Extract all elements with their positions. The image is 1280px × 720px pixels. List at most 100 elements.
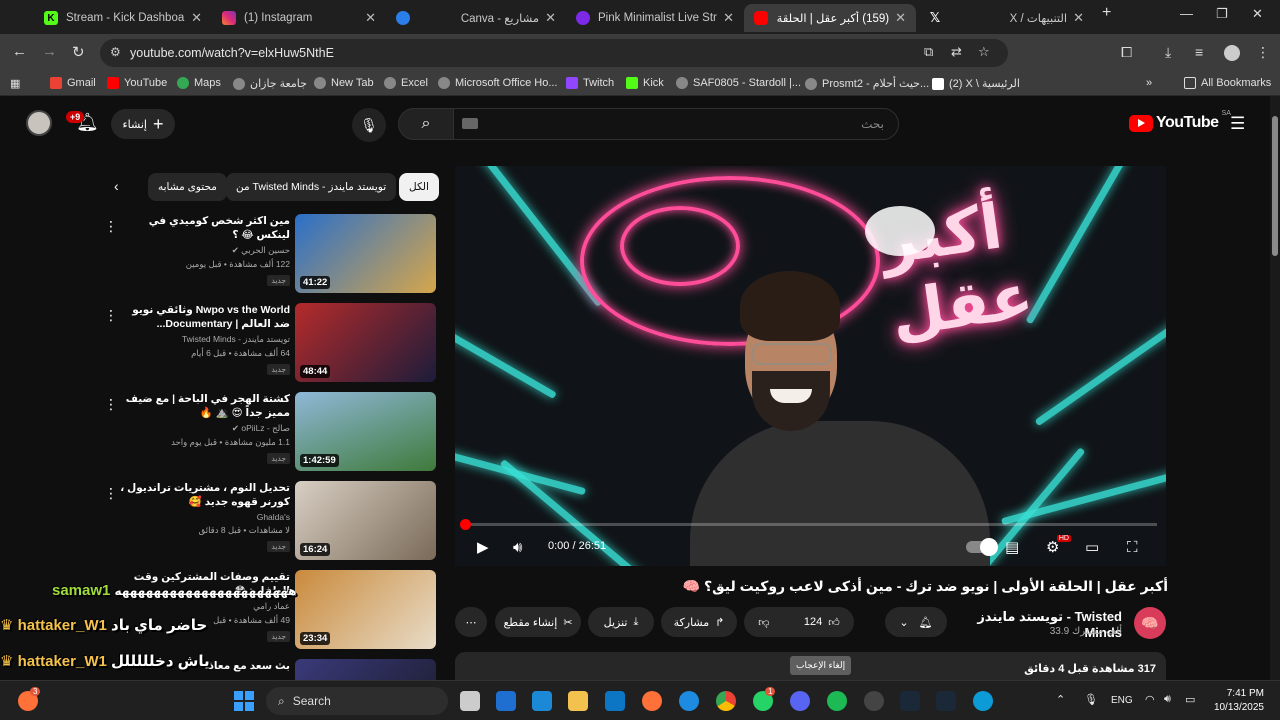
taskbar-search[interactable]: ⌕ Search bbox=[266, 687, 448, 715]
video-title[interactable]: مين اكثر شخص كوميدي في لينكس 😂 ؟ bbox=[120, 214, 290, 242]
bookmark-newtab[interactable]: New Tab bbox=[314, 77, 374, 89]
profile-avatar[interactable] bbox=[1224, 45, 1240, 61]
tab-canva[interactable]: Canva - مشاريع ✕ bbox=[426, 4, 566, 32]
guide-menu-icon[interactable]: ☰ bbox=[1230, 114, 1245, 134]
tab-canva-livestream[interactable]: Pink Minimalist Live Stream ✕ bbox=[566, 4, 744, 32]
theater-mode-icon[interactable]: ▭ bbox=[1085, 538, 1099, 556]
fullscreen-icon[interactable]: ⛶ bbox=[1127, 539, 1138, 556]
spotify-icon[interactable] bbox=[827, 691, 847, 711]
volume-icon[interactable]: 🔊︎ bbox=[513, 539, 522, 556]
subtitles-icon[interactable]: ▤ bbox=[1005, 538, 1019, 556]
more-vertical-icon[interactable]: ⋮ bbox=[104, 485, 118, 502]
close-tab-icon[interactable]: ✕ bbox=[365, 10, 376, 26]
channel-avatar[interactable]: 🧠 bbox=[1134, 607, 1166, 639]
video-thumbnail[interactable] bbox=[295, 659, 436, 680]
bookmark-x-home[interactable]: (2) X \ الرئيسية bbox=[932, 77, 1020, 90]
bookmark-stardoll[interactable]: SAF0805 - Stardoll |... bbox=[676, 77, 801, 89]
extensions-icon[interactable]: ⧠ bbox=[1121, 44, 1132, 61]
account-avatar[interactable] bbox=[26, 110, 52, 136]
task-view-icon[interactable] bbox=[460, 691, 480, 711]
video-thumbnail[interactable]: 16:24 bbox=[295, 481, 436, 560]
app-icon[interactable] bbox=[605, 691, 625, 711]
tray-overflow-icon[interactable]: ⌃ bbox=[1056, 693, 1065, 706]
app-icon[interactable] bbox=[864, 691, 884, 711]
reload-icon[interactable]: ↻ bbox=[72, 43, 85, 61]
video-title[interactable]: تحديل النوم ، مشتريات ترانديول ، كورنر ق… bbox=[120, 481, 290, 509]
wifi-icon[interactable]: ◠ bbox=[1145, 693, 1155, 706]
bookmark-office[interactable]: Microsoft Office Ho... bbox=[438, 77, 558, 89]
download-button[interactable]: تنزيل ⤓ bbox=[588, 607, 654, 637]
video-title[interactable]: كشتة الهجر في الباحة | مع ضيف مميز جداً … bbox=[120, 392, 290, 420]
list-item[interactable]: 1:42:59 كشتة الهجر في الباحة | مع ضيف مم… bbox=[104, 392, 436, 478]
bookmark-twitch[interactable]: Twitch bbox=[566, 77, 614, 89]
create-button[interactable]: إنشاء + bbox=[111, 109, 175, 139]
edge-icon[interactable] bbox=[973, 691, 993, 711]
chip-all[interactable]: الكل bbox=[399, 173, 439, 201]
firefox-icon[interactable] bbox=[642, 691, 662, 711]
bookmark-maps[interactable]: Maps bbox=[177, 77, 221, 89]
file-explorer-icon[interactable] bbox=[568, 691, 588, 711]
tab-kick-dashboard[interactable]: K Stream - Kick Dashboard ✕ bbox=[34, 4, 212, 32]
channel-name[interactable]: حسين الحربي ✔ bbox=[120, 245, 290, 256]
chip-from-channel[interactable]: من Twisted Minds - تويستد مايندز bbox=[226, 173, 397, 201]
search-button[interactable]: ⌕ bbox=[398, 108, 454, 140]
tab-pinned[interactable] bbox=[386, 4, 426, 32]
video-thumbnail[interactable]: 48:44 bbox=[295, 303, 436, 382]
keyboard-icon[interactable] bbox=[462, 118, 478, 129]
voice-search-mic-icon[interactable]: 🎙︎ bbox=[352, 108, 386, 142]
video-thumbnail[interactable]: 1:42:59 bbox=[295, 392, 436, 471]
more-vertical-icon[interactable]: ⋮ bbox=[104, 307, 118, 324]
tab-x[interactable]: 𝕏 bbox=[918, 4, 958, 32]
steam-icon[interactable] bbox=[900, 691, 920, 711]
language-indicator[interactable]: ENG bbox=[1111, 695, 1133, 706]
autoplay-toggle[interactable] bbox=[966, 538, 998, 556]
more-actions-button[interactable]: ⋯ bbox=[455, 607, 487, 637]
video-thumbnail[interactable]: 23:34 bbox=[295, 570, 436, 649]
video-player[interactable]: أكبر عقل ▶ 🔊︎ 0:00 / 26:51 ▤ ⚙ HD ▭ ⛶ bbox=[455, 166, 1166, 566]
reading-list-icon[interactable]: ≡ bbox=[1195, 44, 1203, 60]
omnibox[interactable]: ⚙ youtube.com/watch?v=elxHuw5NthE ⧉ ⇄ ☆ bbox=[100, 39, 1008, 67]
bookmark-gmail[interactable]: Gmail bbox=[50, 77, 96, 89]
close-tab-icon[interactable]: ✕ bbox=[1073, 10, 1084, 26]
maximize-icon[interactable]: ❐ bbox=[1216, 6, 1228, 22]
search-input[interactable]: بحث bbox=[453, 108, 899, 140]
clock[interactable]: 7:41 PM 10/13/2025 bbox=[1204, 687, 1264, 715]
install-app-icon[interactable]: ⧉ bbox=[924, 44, 933, 60]
more-bookmarks-icon[interactable]: » bbox=[1146, 77, 1152, 89]
channel-name[interactable]: تويستد مايندز - Twisted Minds bbox=[120, 334, 290, 345]
bookmark-star-icon[interactable]: ☆ bbox=[978, 44, 990, 60]
tab-x-notifications[interactable]: X / التنبيهات ✕ bbox=[958, 4, 1094, 32]
subscription-bell-button[interactable]: ⌄ 🔔︎ bbox=[885, 607, 947, 637]
download-icon[interactable]: ⤓ bbox=[1165, 44, 1171, 61]
windows-start-icon[interactable] bbox=[234, 691, 254, 711]
close-tab-icon[interactable]: ✕ bbox=[545, 10, 556, 26]
close-tab-icon[interactable]: ✕ bbox=[723, 10, 734, 26]
channel-name[interactable]: عماد رامي bbox=[120, 601, 290, 612]
list-item[interactable]: 16:24 تحديل النوم ، مشتريات ترانديول ، ك… bbox=[104, 481, 436, 567]
video-title[interactable]: Nwpo vs the World وثائقي نويو ضد العالم … bbox=[120, 303, 290, 331]
list-item[interactable]: 41:22 مين اكثر شخص كوميدي في لينكس 😂 ؟ ح… bbox=[104, 214, 436, 300]
url-text[interactable]: youtube.com/watch?v=elxHuw5NthE bbox=[130, 46, 334, 60]
more-menu-icon[interactable]: ⋮ bbox=[1256, 44, 1270, 61]
store-icon[interactable] bbox=[532, 691, 552, 711]
like-button[interactable]: 124 👍︎ bbox=[804, 616, 840, 629]
discord-icon[interactable] bbox=[790, 691, 810, 711]
progress-bar[interactable] bbox=[460, 519, 1157, 530]
close-tab-icon[interactable]: ✕ bbox=[895, 10, 906, 26]
bookmark-jazan[interactable]: جامعة جازان bbox=[233, 77, 307, 90]
bookmark-kick[interactable]: Kick bbox=[626, 77, 664, 89]
youtube-logo[interactable]: YouTube SA bbox=[1129, 110, 1231, 132]
new-tab-button[interactable]: + bbox=[1102, 4, 1111, 22]
edge-icon[interactable] bbox=[679, 691, 699, 711]
scrubber-handle[interactable] bbox=[460, 519, 471, 530]
channel-name[interactable]: صالح - oPiiLz ✔ bbox=[120, 423, 290, 434]
chip-similar[interactable]: محتوى مشابه bbox=[148, 173, 227, 201]
dislike-icon[interactable]: 👎︎ bbox=[758, 616, 769, 629]
forward-icon[interactable]: → bbox=[42, 43, 57, 60]
close-tab-icon[interactable]: ✕ bbox=[191, 10, 202, 26]
tab-youtube-active[interactable]: (159) أكبر عقل | الحلقة الأولى ✕ bbox=[744, 4, 916, 32]
more-vertical-icon[interactable]: ⋮ bbox=[104, 218, 118, 235]
battery-icon[interactable]: ▭ bbox=[1185, 693, 1195, 706]
site-info-icon[interactable]: ⚙ bbox=[110, 45, 121, 59]
widgets-icon[interactable] bbox=[496, 691, 516, 711]
